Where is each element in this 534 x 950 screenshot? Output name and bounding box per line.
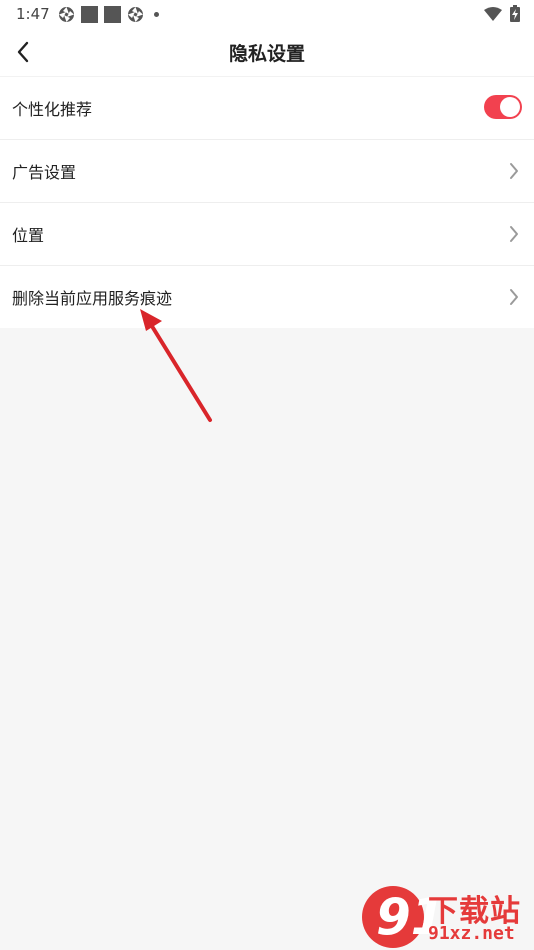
status-time: 1:47 (16, 5, 50, 23)
page-title: 隐私设置 (228, 43, 305, 65)
chevron-right-icon (510, 289, 518, 305)
status-bar: 1:47 (0, 0, 534, 28)
settings-list: 个性化推荐 广告设置 位置 删除当前应用服务痕迹 (0, 76, 534, 328)
watermark-logo: 91 下载站 91xz.net (362, 886, 532, 948)
aperture-icon (128, 7, 143, 22)
personalized-recommendation-toggle[interactable] (484, 95, 522, 119)
setting-row-personalized-recommendation: 个性化推荐 (0, 76, 534, 139)
aperture-icon (59, 7, 74, 22)
toggle-knob (500, 97, 520, 117)
setting-row-location[interactable]: 位置 (0, 202, 534, 265)
setting-label: 广告设置 (12, 163, 77, 182)
watermark-circle: 91 (362, 886, 446, 948)
square-icon (81, 6, 98, 23)
battery-charging-icon (510, 5, 520, 22)
setting-label: 个性化推荐 (12, 100, 93, 119)
status-icons-right (484, 5, 520, 22)
setting-row-ad-settings[interactable]: 广告设置 (0, 139, 534, 202)
annotation-arrow-icon (140, 309, 212, 422)
watermark-url: 91xz.net (428, 923, 515, 944)
nav-bar: 隐私设置 (0, 28, 534, 76)
setting-label: 位置 (12, 226, 45, 245)
chevron-right-icon (510, 226, 518, 242)
setting-row-delete-service-traces[interactable]: 删除当前应用服务痕迹 (0, 265, 534, 328)
wifi-icon (484, 6, 502, 21)
chevron-right-icon (510, 163, 518, 179)
square-icon (104, 6, 121, 23)
dot-icon (154, 12, 159, 17)
status-icons-left (58, 6, 159, 23)
